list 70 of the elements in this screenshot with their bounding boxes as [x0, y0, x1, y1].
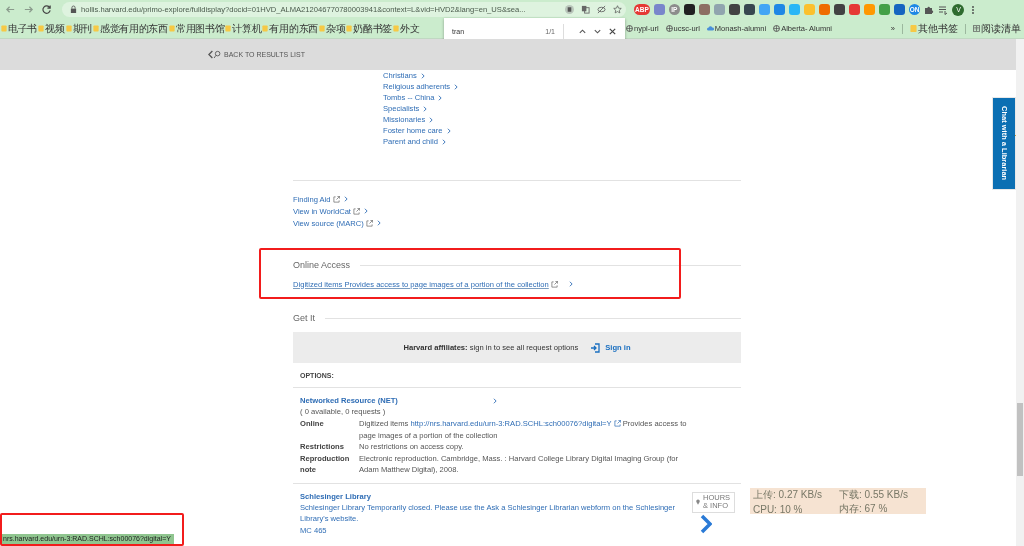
section-heading: Online Access — [293, 260, 351, 270]
chevron-right-icon — [363, 208, 368, 214]
external-link-icon — [365, 219, 373, 227]
chevron-right-icon — [568, 281, 573, 287]
cloud-icon — [706, 24, 714, 33]
back-search-icon — [208, 50, 222, 59]
scrollbar-thumb[interactable] — [1017, 403, 1023, 476]
star-icon[interactable] — [613, 5, 622, 14]
memory-usage: 内存: 67 % — [839, 502, 889, 516]
globe-icon — [773, 24, 781, 33]
bookmark-folder[interactable]: 杂项 — [325, 21, 346, 36]
sign-in-icon — [590, 342, 601, 353]
external-link-icon — [332, 195, 340, 203]
bookmark-folder[interactable]: 有用的东西 — [269, 21, 318, 36]
map-pin-icon — [696, 499, 700, 505]
back-arrow-icon[interactable] — [5, 4, 16, 15]
folder-icon — [225, 24, 232, 33]
bookmark-folder[interactable]: 常用图书馆 — [175, 21, 225, 36]
bookmark-folder[interactable]: 其他书签 — [918, 21, 958, 36]
folder-icon — [393, 24, 400, 33]
translate-icon[interactable] — [581, 5, 590, 14]
reading-list-icon — [973, 24, 980, 33]
folder-icon — [92, 24, 99, 33]
folder-icon — [65, 24, 72, 33]
bookmark-folder[interactable]: 外文 — [400, 21, 420, 36]
bookmark-folder[interactable]: 期刊 — [72, 21, 92, 36]
chevron-right-icon — [343, 196, 348, 202]
folder-icon — [168, 24, 175, 33]
extension-icon[interactable] — [833, 4, 845, 15]
globe-icon — [665, 24, 673, 33]
external-link-icon — [613, 420, 621, 427]
eye-slash-icon[interactable] — [597, 5, 606, 14]
reload-icon[interactable] — [41, 4, 52, 15]
close-icon[interactable] — [608, 27, 617, 36]
extension-icon[interactable] — [683, 4, 695, 15]
extension-icon[interactable] — [728, 4, 740, 15]
chevron-right-icon — [420, 72, 425, 79]
external-link-icon — [352, 207, 360, 215]
folder-icon — [346, 24, 353, 33]
bookmark-folder[interactable]: 计算机 — [232, 21, 262, 36]
folder-icon — [262, 24, 269, 33]
chevron-right-icon — [492, 397, 497, 404]
queue-icon[interactable] — [938, 4, 949, 15]
puzzle-icon[interactable] — [924, 4, 935, 15]
extension-icon[interactable] — [743, 4, 755, 15]
lock-icon — [70, 5, 77, 14]
bookmark-folder[interactable]: 奶酪书签 — [353, 21, 393, 36]
chevron-right-icon[interactable] — [700, 514, 712, 534]
folder-icon — [1, 24, 7, 33]
reading-list-link[interactable]: 阅读清单 — [981, 21, 1021, 36]
document-icon[interactable] — [565, 5, 574, 14]
cpu-usage: CPU: 10 % — [753, 503, 804, 515]
forward-arrow-icon[interactable] — [23, 4, 34, 15]
down-caret-icon[interactable] — [593, 27, 602, 36]
folder-icon — [910, 24, 917, 33]
chevron-right-icon — [438, 94, 443, 101]
bookmark-folder[interactable]: 视频 — [45, 21, 65, 36]
section-heading: Get It — [293, 313, 315, 323]
up-caret-icon[interactable] — [578, 27, 587, 36]
download-speed: 下载: 0.55 KB/s — [839, 488, 909, 502]
scrollbar[interactable] — [1016, 39, 1024, 546]
upload-speed: 上传: 0.27 KB/s — [753, 488, 823, 502]
folder-icon — [38, 24, 45, 33]
bookmark-folder[interactable]: 电子书 — [8, 21, 38, 36]
chevron-right-icon — [454, 83, 459, 90]
globe-icon — [626, 24, 633, 33]
bookmark-folder[interactable]: 感觉有用的东西 — [99, 21, 168, 36]
external-link-icon — [550, 280, 558, 288]
chevron-right-icon — [376, 220, 381, 226]
folder-icon — [318, 24, 325, 33]
